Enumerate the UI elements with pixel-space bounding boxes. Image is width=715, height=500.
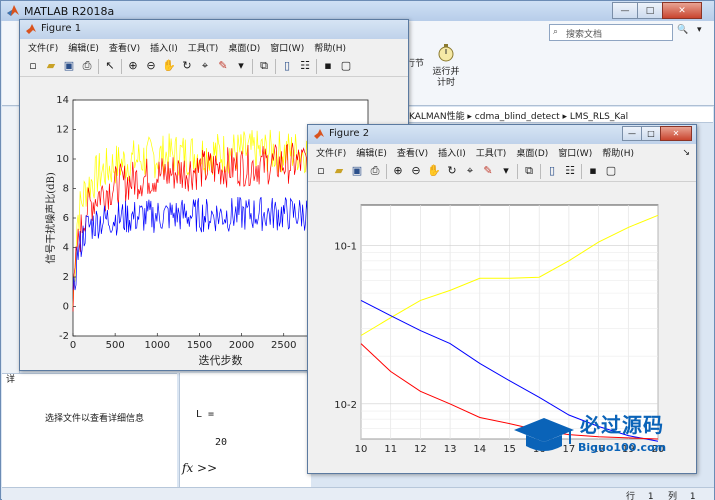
details-tab-label[interactable]: 详 (6, 372, 15, 385)
y-tick-label: 10-1 (334, 241, 357, 252)
search-docs-input[interactable]: ⌕ 搜索文档 (549, 24, 673, 41)
command-prompt[interactable]: fx >> (182, 461, 217, 475)
details-panel: 详 (2, 373, 177, 487)
x-tick-label: 1500 (187, 340, 212, 351)
y-tick-label: 10-2 (334, 400, 357, 411)
y-tick-label: 2 (63, 272, 69, 283)
close-icon[interactable]: ✕ (662, 2, 702, 19)
y-tick-label: 4 (63, 243, 69, 254)
status-row-value: 1 (647, 492, 654, 500)
watermark-subtitle: Biguo100.com (578, 441, 667, 454)
main-window-controls: — □ ✕ (612, 2, 702, 19)
run-time-label-2: 计时 (436, 78, 455, 88)
main-window-title: MATLAB R2018a (24, 5, 115, 18)
y-tick-label: 14 (56, 95, 69, 106)
status-row: 行 1 (626, 489, 654, 500)
status-col-label: 列 (668, 492, 678, 500)
path-text: KALMAN性能 ▸ cdma_blind_detect ▸ LMS_RLS_K… (409, 112, 629, 122)
main-title-bar: MATLAB R2018a — □ ✕ (1, 1, 714, 21)
status-col-value: 1 (689, 492, 696, 500)
x-tick-label: 2000 (229, 340, 254, 351)
cmd-output-line: L = (196, 409, 215, 420)
matlab-logo-icon (7, 5, 19, 16)
x-tick-label: 2500 (271, 340, 296, 351)
watermark-title: 必过源码 (580, 413, 664, 437)
minimize-icon[interactable]: — (612, 2, 638, 19)
run-and-time-button[interactable]: 运行并 计时 (430, 43, 462, 89)
status-bar: 行 1 列 1 (2, 487, 714, 500)
search-button[interactable]: 🔍 (677, 25, 688, 36)
y-tick-label: 8 (63, 184, 69, 195)
maximize-icon[interactable]: □ (637, 2, 663, 19)
x-tick-label: 1000 (145, 340, 170, 351)
x-tick-label: 14 (473, 444, 486, 455)
x-tick-label: 500 (106, 340, 125, 351)
y-tick-label: 10 (56, 154, 69, 165)
y-axis-label: 信号干扰噪声比(dB) (44, 172, 57, 264)
run-time-label-1: 运行并 (432, 67, 460, 77)
y-tick-label: 6 (63, 213, 69, 224)
x-axis-label: 迭代步数 (199, 354, 243, 367)
status-col: 列 1 (668, 489, 696, 500)
y-tick-label: 0 (63, 302, 69, 313)
status-row-label: 行 (626, 492, 636, 500)
help-dropdown[interactable]: ▾ (697, 25, 702, 36)
y-tick-label: 12 (56, 125, 69, 136)
x-tick-label: 12 (414, 444, 427, 455)
stopwatch-icon (438, 44, 454, 62)
details-hint-text: 选择文件以查看详细信息 (45, 414, 145, 424)
x-tick-label: 0 (70, 340, 76, 351)
search-icon: ⌕ (553, 27, 559, 37)
current-folder-path[interactable]: KALMAN性能 ▸ cdma_blind_detect ▸ LMS_RLS_K… (403, 107, 713, 123)
y-tick-label: -2 (59, 331, 69, 342)
search-placeholder: 搜索文档 (566, 30, 603, 40)
x-tick-label: 10 (355, 444, 368, 455)
x-tick-label: 13 (444, 444, 457, 455)
cmd-output-value: 20 (215, 437, 228, 448)
x-tick-label: 11 (384, 444, 397, 455)
